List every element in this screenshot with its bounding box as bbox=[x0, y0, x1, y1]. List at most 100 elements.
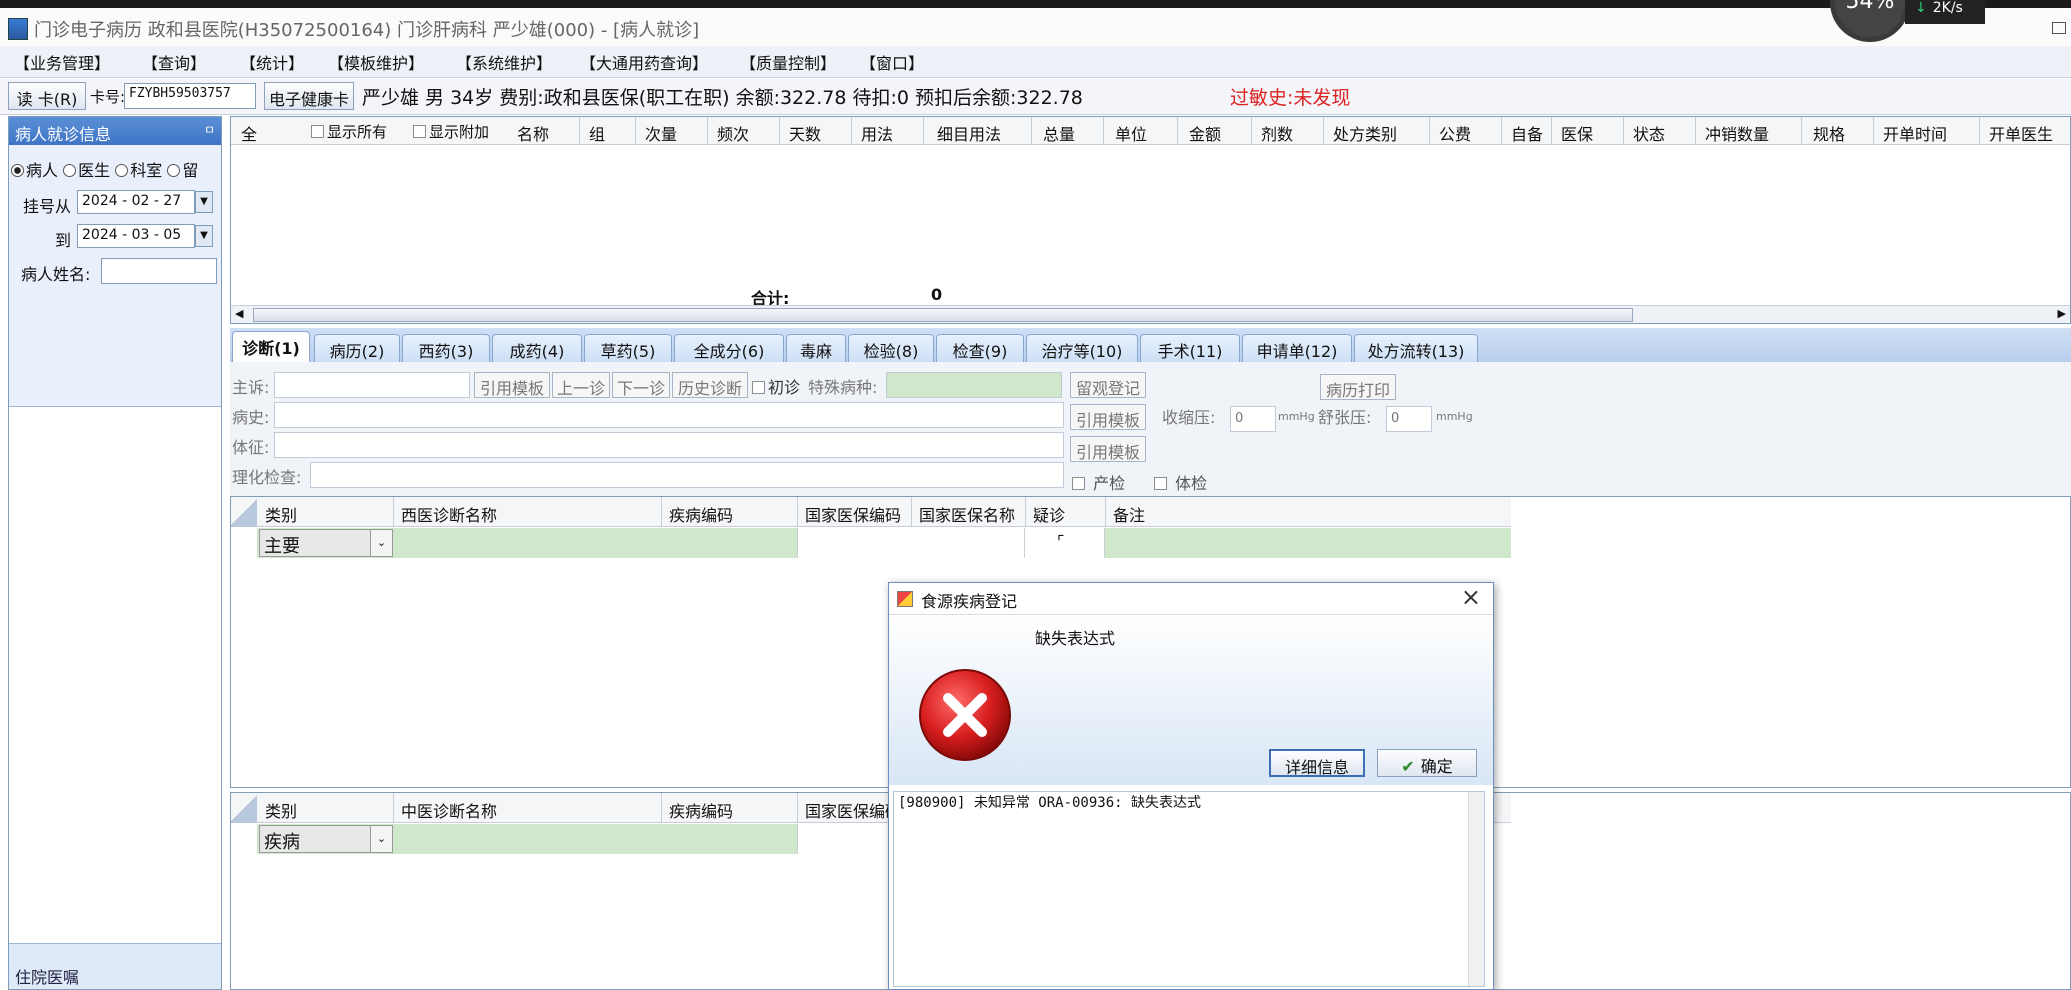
radio-doctor[interactable]: 医生 bbox=[63, 161, 110, 180]
menu-query[interactable]: 【查询】 bbox=[142, 50, 206, 74]
cite-template-button[interactable]: 引用模板 bbox=[1070, 436, 1146, 462]
ehealth-card-button[interactable]: 电子健康卡 bbox=[264, 82, 354, 110]
menu-window[interactable]: 【窗口】 bbox=[860, 50, 924, 74]
scroll-right-icon[interactable]: ▶ bbox=[2058, 307, 2066, 320]
chevron-down-icon[interactable]: ▼ bbox=[195, 225, 213, 247]
tab-rx-transfer[interactable]: 处方流转(13) bbox=[1354, 334, 1478, 362]
signs-input[interactable] bbox=[274, 432, 1064, 458]
horizontal-scrollbar[interactable]: ◀ ▶ bbox=[231, 305, 2070, 323]
scrollbar-thumb[interactable] bbox=[253, 308, 1633, 322]
tab-lab-test[interactable]: 检验(8) bbox=[848, 334, 934, 362]
dialog-app-icon bbox=[897, 591, 913, 607]
observe-register-button[interactable]: 留观登记 bbox=[1070, 372, 1146, 398]
tab-diagnosis[interactable]: 诊断(1) bbox=[232, 331, 310, 362]
complaint-input[interactable] bbox=[274, 372, 470, 398]
tab-exam[interactable]: 检查(9) bbox=[936, 334, 1024, 362]
row-header-corner bbox=[231, 793, 257, 823]
inpatient-orders-tab[interactable]: 住院医嘱 bbox=[9, 943, 221, 989]
col-writeoff-qty: 冲销数量 bbox=[1705, 125, 1770, 144]
detail-info-button[interactable]: 详细信息 bbox=[1269, 749, 1365, 777]
menu-drug-query[interactable]: 【大通用药查询】 bbox=[580, 50, 708, 74]
record-print-button[interactable]: 病历打印 bbox=[1320, 374, 1396, 400]
tab-surgery[interactable]: 手术(11) bbox=[1140, 334, 1240, 362]
pin-icon[interactable]: ㅁ bbox=[204, 121, 215, 138]
systolic-input[interactable]: 0 bbox=[1230, 406, 1276, 432]
tab-record[interactable]: 病历(2) bbox=[314, 334, 400, 362]
ok-button[interactable]: ✔ 确定 bbox=[1377, 749, 1477, 777]
chevron-down-icon[interactable]: ▼ bbox=[195, 191, 213, 213]
diastolic-input[interactable]: 0 bbox=[1386, 406, 1432, 432]
systolic-unit: mmHg bbox=[1278, 410, 1315, 423]
tab-treatment[interactable]: 治疗等(10) bbox=[1026, 334, 1138, 362]
cite-template-button[interactable]: 引用模板 bbox=[474, 372, 550, 398]
tab-narcotic[interactable]: 毒麻 bbox=[786, 334, 846, 362]
patient-info: 严少雄 男 34岁 费别:政和县医保(职工在职) 余额:322.78 待扣:0 … bbox=[362, 87, 1083, 109]
patient-name-input[interactable] bbox=[101, 258, 217, 284]
reg-from-label: 挂号从 bbox=[23, 197, 72, 216]
reg-to-date[interactable]: 2024 - 03 - 05 bbox=[77, 224, 195, 248]
tab-patent-drug[interactable]: 成药(4) bbox=[492, 334, 582, 362]
chevron-down-icon[interactable]: ⌄ bbox=[370, 530, 392, 556]
show-all-checkbox[interactable]: 显示所有 bbox=[311, 121, 387, 142]
col-total-qty: 总量 bbox=[1043, 125, 1076, 144]
download-arrow-icon: ↓ bbox=[1915, 0, 1927, 16]
menu-statistics[interactable]: 【统计】 bbox=[240, 50, 304, 74]
next-visit-button[interactable]: 下一诊 bbox=[612, 372, 670, 398]
suspected-checkbox[interactable]: ⌜ bbox=[1057, 532, 1065, 551]
col-tcm-diag-name: 中医诊断名称 bbox=[401, 802, 498, 821]
history-diagnosis-button[interactable]: 历史诊断 bbox=[672, 372, 748, 398]
dialog-title: 食源疾病登记 bbox=[921, 592, 1018, 611]
radio-observe[interactable]: 留 bbox=[167, 161, 198, 180]
panel-title: 病人就诊信息 bbox=[15, 125, 112, 144]
category-select[interactable]: 主要 ⌄ bbox=[259, 529, 393, 557]
systolic-label: 收缩压: bbox=[1162, 408, 1216, 427]
cite-template-button[interactable]: 引用模板 bbox=[1070, 404, 1146, 430]
insurance-cells[interactable] bbox=[797, 528, 1025, 558]
allergy-history: 过敏史:未发现 bbox=[1230, 87, 1351, 109]
col-name: 名称 bbox=[517, 125, 550, 144]
restore-window-icon[interactable] bbox=[2052, 22, 2066, 34]
screen-top-strip bbox=[0, 0, 2071, 8]
radio-department[interactable]: 科室 bbox=[115, 161, 162, 180]
panel-header: 病人就诊信息 ㅁ bbox=[9, 117, 221, 145]
tab-full-ingredient[interactable]: 全成分(6) bbox=[674, 334, 784, 362]
category-select[interactable]: 疾病 ⌄ bbox=[259, 825, 393, 853]
tab-herbal[interactable]: 草药(5) bbox=[584, 334, 672, 362]
radio-patient[interactable]: 病人 bbox=[11, 161, 58, 180]
special-disease-input[interactable] bbox=[886, 372, 1062, 398]
menu-quality[interactable]: 【质量控制】 bbox=[740, 50, 836, 74]
menu-system[interactable]: 【系统维护】 bbox=[456, 50, 552, 74]
reg-to-label: 到 bbox=[55, 231, 72, 250]
menu-template[interactable]: 【模板维护】 bbox=[328, 50, 424, 74]
col-all[interactable]: 全 bbox=[241, 121, 257, 145]
vertical-scrollbar[interactable] bbox=[1468, 792, 1484, 986]
table-row[interactable]: 主要 ⌄ ⌜ bbox=[257, 528, 1511, 558]
col-insurance-code: 国家医保编码 bbox=[805, 802, 902, 821]
physical-checkbox[interactable]: 体检 bbox=[1154, 470, 1207, 494]
card-no-input[interactable]: FZYBH59503757 bbox=[124, 83, 256, 109]
scroll-left-icon[interactable]: ◀ bbox=[235, 307, 243, 320]
first-visit-checkbox[interactable]: 初诊 bbox=[752, 374, 800, 398]
menu-business[interactable]: 【业务管理】 bbox=[14, 50, 110, 74]
order-grid-header: 全 显示所有 显示附加 名称 组 次量 频次 天数 用法 细目用法 总量 单位 … bbox=[231, 117, 2070, 145]
prenatal-checkbox[interactable]: 产检 bbox=[1072, 470, 1125, 494]
history-input[interactable] bbox=[274, 402, 1064, 428]
tab-western-drug[interactable]: 西药(3) bbox=[402, 334, 490, 362]
filter-radios: 病人 医生 科室 留 bbox=[11, 157, 198, 181]
col-remark: 备注 bbox=[1113, 506, 1146, 525]
reg-from-date[interactable]: 2024 - 02 - 27 bbox=[77, 190, 195, 214]
visit-filter: 病人 医生 科室 留 挂号从 2024 - 02 - 27 ▼ 到 2024 -… bbox=[9, 145, 221, 407]
col-category: 类别 bbox=[265, 802, 298, 821]
col-insurance-code: 国家医保编码 bbox=[805, 506, 902, 525]
prev-visit-button[interactable]: 上一诊 bbox=[552, 372, 610, 398]
col-usage: 用法 bbox=[861, 125, 894, 144]
close-icon[interactable]: × bbox=[1461, 583, 1481, 611]
error-detail-text[interactable]: [980900] 未知异常 ORA-00936: 缺失表达式 bbox=[893, 791, 1485, 987]
lab-input[interactable] bbox=[310, 462, 1064, 488]
patient-bar: 读 卡(R) 卡号: FZYBH59503757 电子健康卡 严少雄 男 34岁… bbox=[0, 79, 2071, 115]
chevron-down-icon[interactable]: ⌄ bbox=[370, 826, 392, 852]
tab-request[interactable]: 申请单(12) bbox=[1242, 334, 1352, 362]
show-extra-checkbox[interactable]: 显示附加 bbox=[413, 121, 489, 142]
suspected-cell[interactable]: ⌜ bbox=[1025, 528, 1105, 558]
read-card-button[interactable]: 读 卡(R) bbox=[8, 82, 86, 110]
